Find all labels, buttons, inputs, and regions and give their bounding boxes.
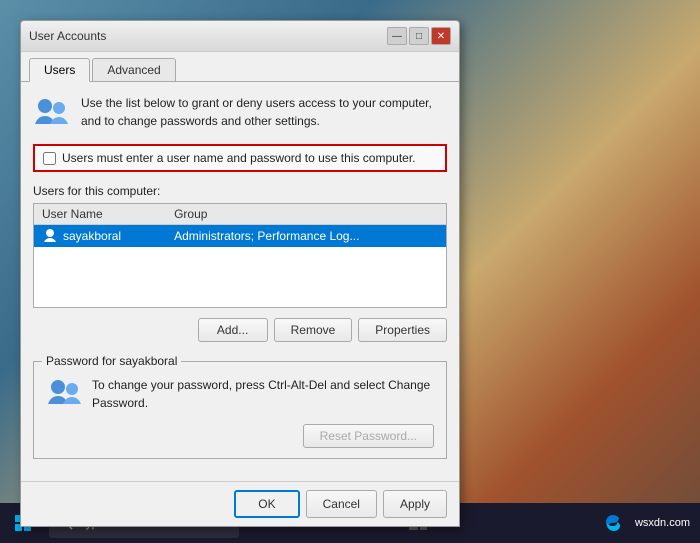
add-button[interactable]: Add...	[198, 318, 268, 342]
info-section: Use the list below to grant or deny user…	[33, 94, 447, 132]
password-user-icon	[46, 376, 82, 412]
user-accounts-dialog: User Accounts — □ ✕ Users Advanced	[20, 20, 460, 527]
edge-browser-icon	[603, 513, 623, 533]
ok-button[interactable]: OK	[234, 490, 299, 518]
user-cell: sayakboral	[42, 228, 158, 244]
dialog-body: Use the list below to grant or deny user…	[21, 82, 459, 481]
password-text: To change your password, press Ctrl-Alt-…	[92, 376, 434, 412]
col-group: Group	[166, 204, 446, 225]
table-row[interactable]: sayakboral Administrators; Performance L…	[34, 225, 446, 248]
users-section: Users for this computer: User Name Group	[33, 184, 447, 308]
dialog-tabs: Users Advanced	[21, 52, 459, 82]
taskbar-tray: wsxdn.com	[597, 507, 700, 539]
empty-row	[34, 247, 446, 267]
dialog-controls: — □ ✕	[387, 27, 451, 45]
properties-button[interactable]: Properties	[358, 318, 447, 342]
user-icon	[42, 228, 58, 244]
users-section-title: Users for this computer:	[33, 184, 447, 198]
empty-row	[34, 287, 446, 307]
remove-button[interactable]: Remove	[274, 318, 353, 342]
dialog-titlebar: User Accounts — □ ✕	[21, 21, 459, 52]
checkbox-label[interactable]: Users must enter a user name and passwor…	[62, 151, 416, 165]
close-button[interactable]: ✕	[431, 27, 451, 45]
username-text: sayakboral	[63, 229, 121, 243]
cancel-button[interactable]: Cancel	[306, 490, 377, 518]
apply-button[interactable]: Apply	[383, 490, 447, 518]
user-name-cell: sayakboral	[34, 225, 166, 248]
tab-advanced[interactable]: Advanced	[92, 58, 175, 81]
password-section: Password for sayakboral To change your p…	[33, 354, 447, 459]
dialog-footer: OK Cancel Apply	[21, 481, 459, 526]
users-table-container: User Name Group	[33, 203, 447, 308]
password-legend: Password for sayakboral	[42, 354, 181, 368]
empty-row	[34, 267, 446, 287]
users-table: User Name Group	[34, 204, 446, 307]
users-icon	[33, 94, 71, 132]
minimize-button[interactable]: —	[387, 27, 407, 45]
tray-text: wsxdn.com	[635, 517, 690, 529]
col-username: User Name	[34, 204, 166, 225]
maximize-button[interactable]: □	[409, 27, 429, 45]
tab-users[interactable]: Users	[29, 58, 90, 82]
reset-password-button[interactable]: Reset Password...	[303, 424, 434, 448]
info-text: Use the list below to grant or deny user…	[81, 94, 447, 130]
edge-icon[interactable]	[597, 507, 629, 539]
reset-btn-wrapper: Reset Password...	[34, 424, 446, 458]
must-enter-password-checkbox[interactable]	[43, 152, 56, 165]
dialog-title: User Accounts	[29, 29, 106, 43]
group-cell: Administrators; Performance Log...	[166, 225, 446, 248]
action-buttons: Add... Remove Properties	[33, 318, 447, 342]
dialog-overlay: User Accounts — □ ✕ Users Advanced	[20, 20, 460, 527]
password-content: To change your password, press Ctrl-Alt-…	[34, 368, 446, 424]
checkbox-section: Users must enter a user name and passwor…	[33, 144, 447, 172]
